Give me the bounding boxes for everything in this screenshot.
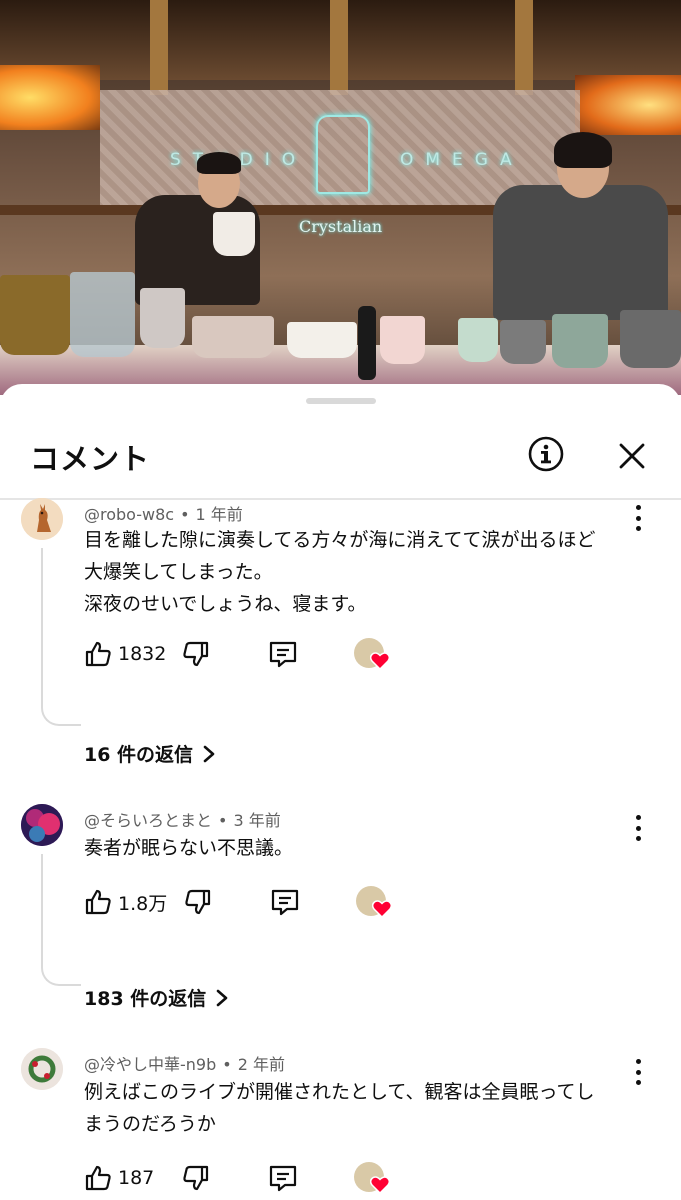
comment-line: 目を離した隙に演奏してる方々が海に消えてて涙が出るほど — [84, 529, 596, 551]
video-beam — [150, 0, 168, 95]
comment-age: 1 年前 — [195, 505, 243, 524]
thumbs-down-icon — [185, 889, 211, 915]
like-count: 1832 — [118, 643, 167, 665]
comments-title: コメント — [30, 442, 151, 476]
video-beam — [515, 0, 533, 95]
video-lamp — [575, 75, 681, 135]
dislike-button[interactable] — [184, 884, 212, 920]
like-button[interactable]: 187 — [84, 1160, 154, 1196]
avatar[interactable] — [21, 498, 63, 540]
reply-comment-icon — [269, 1165, 297, 1192]
more-options-button[interactable] — [628, 1058, 648, 1086]
comment-line: 大爆笑してしまった。 — [84, 561, 273, 583]
comment-line: 奏者が眠らない不思議。 — [84, 837, 294, 859]
dislike-button[interactable] — [182, 1160, 210, 1196]
comment-author[interactable]: @そらいろとまと — [84, 811, 212, 830]
wreath-avatar-icon — [21, 1048, 63, 1090]
singing-bowl — [458, 318, 498, 362]
singing-bowl — [70, 272, 135, 357]
reply-button[interactable] — [268, 636, 298, 672]
singing-bowl — [552, 314, 608, 368]
thumbs-up-icon — [85, 889, 111, 915]
meta-separator: • — [180, 505, 190, 524]
more-options-button[interactable] — [628, 814, 648, 842]
singing-bowl — [380, 316, 425, 364]
comment-actions: 1832 — [84, 636, 414, 672]
singing-bowl — [192, 316, 274, 358]
view-replies-button[interactable]: 183 件の返信 — [84, 984, 228, 1011]
comment-text: 奏者が眠らない不思議。 — [84, 832, 624, 864]
flower-avatar-icon — [21, 804, 63, 846]
like-button[interactable]: 1.8万 — [84, 884, 167, 920]
comment-meta: @冷やし中華-n9b • 2 年前 — [84, 1051, 285, 1075]
comment-author[interactable]: @robo-w8c — [84, 505, 174, 524]
close-icon — [619, 443, 645, 469]
performer-left-hair — [197, 152, 241, 174]
heart-icon — [372, 900, 392, 918]
comment-meta: @そらいろとまと • 3 年前 — [84, 807, 281, 831]
held-bowl — [213, 212, 255, 256]
studio-logo-right: OMEGA — [400, 150, 524, 170]
chevron-right-icon — [203, 745, 215, 762]
heart-icon — [370, 1176, 390, 1194]
heart-icon — [370, 652, 390, 670]
dislike-button[interactable] — [182, 636, 210, 672]
comment-meta: @robo-w8c • 1 年前 — [84, 501, 243, 525]
kangaroo-avatar-icon — [21, 498, 63, 540]
header-divider — [0, 498, 681, 500]
singing-bowl — [0, 275, 70, 355]
comment-line: 深夜のせいでしょうね、寝ます。 — [84, 593, 367, 615]
info-icon — [528, 436, 564, 472]
studio-logo-sub: Crystalian — [299, 217, 383, 236]
comment-actions: 187 — [84, 1160, 414, 1196]
avatar[interactable] — [21, 804, 63, 846]
comments-sheet: コメント @robo-w8c • 1 年前 目を離した隙に演奏してる方々が海に消… — [0, 384, 681, 1200]
singing-bowl — [140, 288, 185, 348]
thumbs-up-icon — [85, 1165, 111, 1191]
comment-text: 例えばこのライブが開催されたとして、観客は全員眠ってし まうのだろうか — [84, 1076, 624, 1140]
reply-button[interactable] — [270, 884, 300, 920]
video-lamp — [0, 65, 100, 130]
comment-text: 目を離した隙に演奏してる方々が海に消えてて涙が出るほど 大爆笑してしまった。 深… — [84, 524, 624, 620]
reply-comment-icon — [271, 889, 299, 916]
performer-right-hair — [554, 132, 612, 168]
info-button[interactable] — [528, 436, 564, 472]
avatar[interactable] — [21, 1048, 63, 1090]
video-player[interactable]: STUDIO OMEGA Crystalian — [0, 0, 681, 395]
like-count: 1.8万 — [118, 892, 168, 915]
comment-line: 例えばこのライブが開催されたとして、観客は全員眠ってし — [84, 1081, 595, 1103]
comment-age: 2 年前 — [237, 1055, 285, 1074]
reply-button[interactable] — [268, 1160, 298, 1196]
comment-age: 3 年前 — [233, 811, 281, 830]
meta-separator: • — [222, 1055, 232, 1074]
singing-bowl — [500, 320, 546, 364]
comment-actions: 1.8万 — [84, 884, 414, 920]
reply-thread-line — [41, 548, 81, 726]
reply-comment-icon — [269, 641, 297, 668]
thumbs-down-icon — [183, 641, 209, 667]
thumbs-up-icon — [85, 641, 111, 667]
drag-handle[interactable] — [306, 398, 376, 404]
singing-bowl — [620, 310, 681, 368]
comment-line: まうのだろうか — [84, 1113, 216, 1135]
comment-author[interactable]: @冷やし中華-n9b — [84, 1055, 216, 1074]
chevron-right-icon — [216, 989, 228, 1006]
crystal-logo-icon — [316, 115, 370, 194]
like-button[interactable]: 1832 — [84, 636, 166, 672]
close-button[interactable] — [614, 438, 650, 474]
thumbs-down-icon — [183, 1165, 209, 1191]
more-options-button[interactable] — [628, 504, 648, 532]
video-beam — [330, 0, 348, 95]
replies-count: 183 件の返信 — [84, 988, 207, 1010]
like-count: 187 — [118, 1167, 155, 1189]
view-replies-button[interactable]: 16 件の返信 — [84, 740, 215, 767]
singing-bowl — [287, 322, 357, 358]
performer-right — [493, 185, 668, 320]
meta-separator: • — [218, 811, 228, 830]
replies-count: 16 件の返信 — [84, 744, 194, 766]
reply-thread-line — [41, 854, 81, 986]
microphone — [358, 306, 376, 380]
